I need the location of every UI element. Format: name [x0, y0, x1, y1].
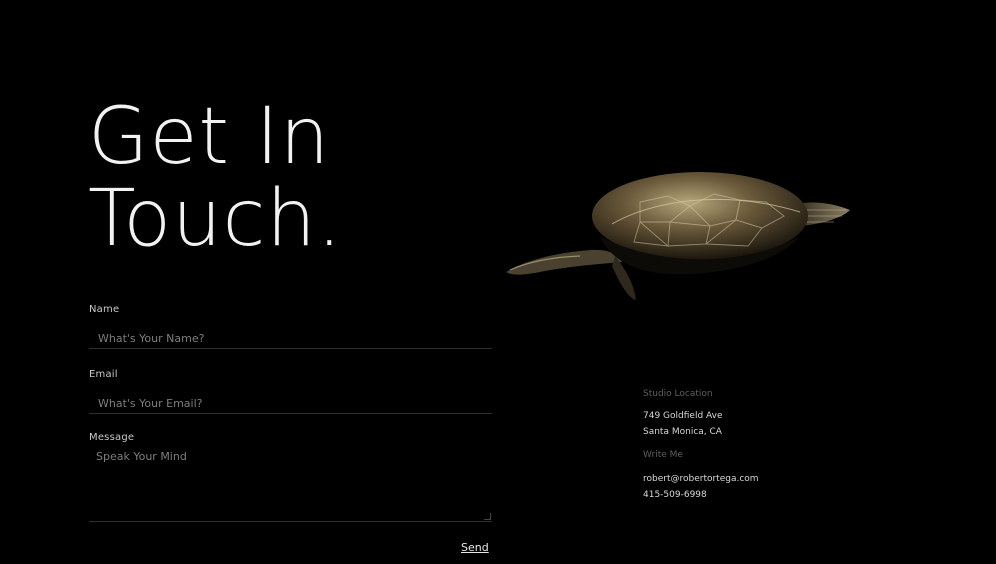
contact-info: Studio Location 749 Goldfield Ave Santa … — [643, 386, 759, 503]
address-line-1: 749 Goldfield Ave — [643, 411, 723, 421]
page-title-line-2: Touch. — [88, 174, 343, 264]
turtle-image — [506, 172, 850, 300]
page-title: Get In Touch. — [88, 96, 343, 260]
studio-location-heading: Studio Location — [643, 389, 713, 399]
message-field-group: Message — [89, 432, 492, 522]
message-label: Message — [89, 432, 135, 443]
name-label: Name — [89, 304, 120, 315]
email-input[interactable] — [89, 383, 492, 414]
write-me-heading: Write Me — [643, 450, 683, 460]
resize-grip-icon[interactable] — [484, 513, 491, 520]
email-field-group: Email — [89, 369, 492, 414]
name-field-group: Name — [89, 304, 492, 349]
contact-email-link[interactable]: robert@robertortega.com — [643, 471, 759, 487]
send-button[interactable]: Send — [461, 541, 489, 554]
contact-phone[interactable]: 415-509-6998 — [643, 487, 759, 503]
address-line-2: Santa Monica, CA — [643, 427, 722, 437]
email-label: Email — [89, 369, 118, 380]
page-title-line-1: Get In — [88, 92, 331, 182]
contact-form: Name Email Message — [89, 304, 492, 522]
name-input[interactable] — [89, 318, 492, 349]
message-textarea[interactable] — [89, 446, 492, 522]
